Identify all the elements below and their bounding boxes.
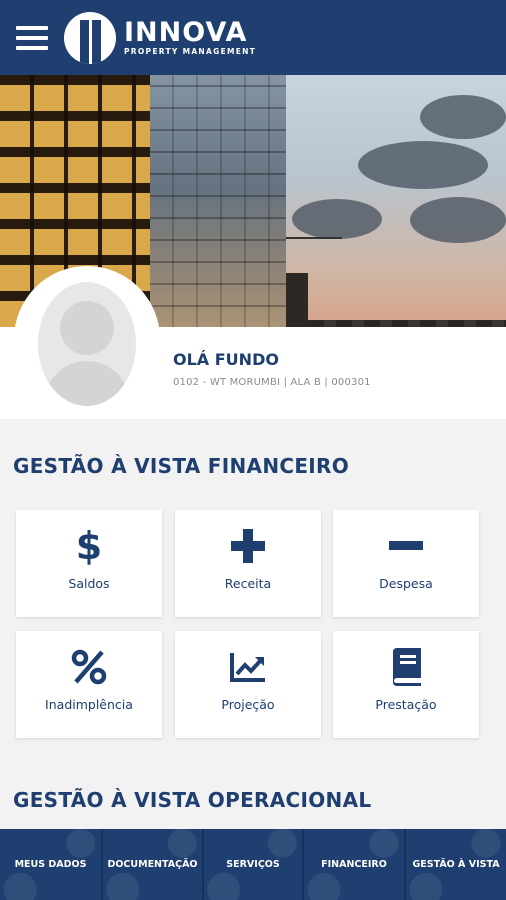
glass-building-image (150, 75, 286, 327)
nav-documentacao[interactable]: DOCUMENTAÇÃO (103, 829, 204, 900)
brand-logo: INNOVA PROPERTY MANAGEMENT (64, 11, 257, 64)
avatar[interactable] (14, 266, 160, 412)
user-unit-info: 0102 - WT MORUMBI | ALA B | 000301 (173, 377, 371, 388)
brand-name: INNOVA (124, 17, 248, 48)
nav-meus-dados[interactable]: MEUS DADOS (0, 829, 103, 900)
nav-servicos[interactable]: SERVIÇOS (204, 829, 304, 900)
card-label: Receita (224, 576, 272, 591)
book-icon (333, 647, 479, 687)
financial-section-title: GESTÃO À VISTA FINANCEIRO (13, 454, 350, 478)
despesa-button[interactable]: Despesa (333, 510, 479, 617)
hamburger-menu-icon[interactable] (16, 25, 48, 50)
card-label: Saldos (68, 576, 110, 591)
saldos-button[interactable]: $ Saldos (16, 510, 162, 617)
percent-icon (16, 647, 162, 687)
prestacao-button[interactable]: Prestação (333, 631, 479, 738)
nav-gestao-a-vista[interactable]: GESTÃO À VISTA (406, 829, 506, 900)
receita-button[interactable]: Receita (175, 510, 321, 617)
dollar-icon: $ (75, 524, 103, 568)
bottom-navigation: MEUS DADOS DOCUMENTAÇÃO SERVIÇOS FINANCE… (0, 829, 506, 900)
user-greeting: OLÁ FUNDO (173, 350, 279, 369)
line-chart-icon (175, 647, 321, 687)
innova-logo-mark-icon (64, 11, 116, 64)
inadimplencia-button[interactable]: Inadimplência (16, 631, 162, 738)
app-header: INNOVA PROPERTY MANAGEMENT (0, 0, 506, 75)
nav-financeiro[interactable]: FINANCEIRO (304, 829, 406, 900)
brand-subtitle: PROPERTY MANAGEMENT (124, 47, 257, 56)
card-label: Despesa (379, 576, 433, 591)
card-label: Prestação (375, 697, 437, 712)
plus-icon (175, 526, 321, 566)
projecao-button[interactable]: Projeção (175, 631, 321, 738)
operational-section-title: GESTÃO À VISTA OPERACIONAL (13, 788, 372, 812)
minus-icon (333, 526, 479, 566)
card-label: Inadimplência (45, 697, 133, 712)
card-label: Projeção (221, 697, 275, 712)
